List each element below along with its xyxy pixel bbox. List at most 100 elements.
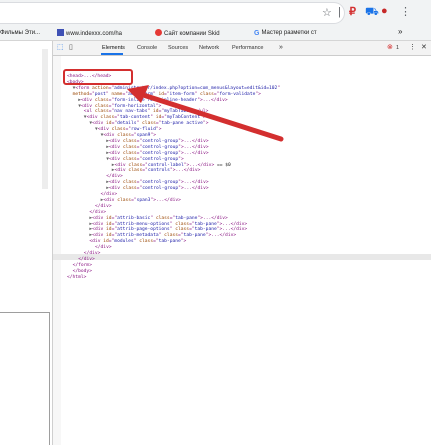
dom-token: <div [80,97,95,103]
bookmark-item[interactable]: Сайт компании Skid [155,29,220,38]
dom-token: control-group [142,138,179,144]
dom-node-line[interactable]: ▶<div class="controls">...</div> [112,168,201,174]
dom-token: <div [108,138,123,144]
dom-token: "> [200,115,206,121]
dom-token: span3 [136,197,151,203]
dom-token: class [175,227,190,233]
dom-token: class [155,215,170,221]
dom-node-line[interactable]: ▶<div class="control-group">...</div> [106,186,208,192]
tab-performance[interactable]: Performance [232,45,264,52]
device-toolbar-icon[interactable]: ▯ [69,44,73,51]
cart-extension-icon[interactable]: ⛟ [365,5,379,19]
dom-token: ">...</div> [178,186,209,192]
dom-token: administrator/index.php?option=com_menus… [114,85,278,91]
star-icon[interactable]: ☆ [322,6,332,20]
dom-token: tab-pane active [161,121,203,127]
bookmark-label: www.indexxx.com/ha [66,31,123,37]
dom-token: <div [92,121,107,127]
dom-token: class [142,121,156,127]
dom-token: <form [75,85,92,91]
bookmark-item[interactable]: G Мастер разметки ст [254,29,317,37]
more-tabs-button[interactable]: » [279,44,283,51]
dom-token: ">...</div> [178,150,209,156]
dom-token: class [175,221,190,227]
dom-token: myTabTabs [164,109,190,115]
dom-token: action [91,85,109,91]
dom-token: control-group [142,186,179,192]
error-count: 1 [396,45,400,51]
dom-node-line[interactable]: ▶<div class="span3">...</div> [101,198,181,204]
dom-token: ">...</div> [216,227,248,233]
dom-token: adminForm [128,91,153,97]
dom-token: class [111,127,126,133]
dom-token: "> [178,156,184,162]
dom-token: nav nav-tabs [114,109,148,115]
error-icon[interactable]: ⊗ [387,44,393,51]
dom-token: <div [108,156,123,162]
active-tab-indicator [101,53,123,55]
dom-token: </html> [67,274,87,280]
dom-token: form-inline form-inline-header [114,97,198,103]
dom-token: form-validate [219,91,256,97]
dom-token: class [122,180,137,186]
tab-elements[interactable]: Elements [102,45,125,52]
tab-sources[interactable]: Sources [168,45,188,52]
site-favicon-icon [155,29,162,36]
dom-token: <ul [83,109,95,115]
dom-token: ">...</div> [216,221,248,227]
inspect-element-icon[interactable]: ⬚ [57,44,64,51]
profile-icon[interactable]: ● [381,4,388,18]
devtools-menu-icon[interactable]: ⋮ [409,44,416,51]
extension-icon[interactable]: ₽ [349,5,356,19]
dom-token: tab-pane [194,221,217,227]
more-bookmarks-button[interactable]: » [398,28,402,36]
dom-token: class [122,186,137,192]
address-bar[interactable] [0,2,345,24]
dom-token: </div> [83,251,101,256]
site-favicon-icon [57,29,64,36]
dom-token: "> [155,127,162,133]
head-highlight-box [63,69,133,85]
dom-token: <div [86,115,101,121]
dom-token: control-group [142,180,179,186]
dom-token: control-group [142,144,179,150]
dom-token: control-group [142,150,179,156]
tab-console[interactable]: Console [137,45,157,52]
close-devtools-icon[interactable]: ✕ [421,44,427,51]
dom-tree: <head>...</head> <body> ▼<form action="adm… [53,56,431,445]
devtools-panel: ⬚ ▯ Elements Console Sources Network Per… [52,41,431,445]
bookmark-item[interactable]: www.indexxx.com/ha [57,29,122,38]
dom-token: </form> [72,262,92,268]
dom-token: ">...</div> [178,144,209,150]
dom-token: name [111,91,123,97]
dom-token: == $0 [214,162,231,168]
dom-token: </div> [95,203,112,209]
dom-token: tab-pane [183,233,206,239]
dom-token: class [94,109,109,115]
bookmark-label: Мастер разметки ст [261,30,317,36]
dom-token: "> [155,103,162,109]
more-vert-icon[interactable]: ⋮ [400,5,411,19]
dom-token: attrib-basic [117,215,151,221]
tab-network[interactable]: Network [199,45,219,52]
dom-token: attrib-menu-options [117,221,170,227]
dom-token: myTabContent [166,115,201,121]
dom-token: class [94,97,109,103]
dom-token: item-form [169,91,195,97]
dom-token: attrib-metadata [117,233,159,239]
bookmark-item[interactable]: Фильмы Эти... [0,29,40,37]
dom-token: tab-pane [175,215,198,221]
dom-token: "> [255,91,261,97]
dom-token: class [117,133,132,138]
dom-token: span9 [136,133,151,138]
dom-token: tab-content [119,115,151,121]
dom-token: class [139,239,154,245]
dom-token: post [94,91,106,97]
page-content-box [0,312,50,445]
dom-node-line[interactable]: </html> [67,275,86,281]
dom-token: class [200,91,214,97]
dom-token: modules [114,239,134,245]
dom-token: controls [147,168,170,174]
bookmark-label: Сайт компании Skid [164,31,220,37]
page-scrollbar[interactable] [42,49,48,189]
